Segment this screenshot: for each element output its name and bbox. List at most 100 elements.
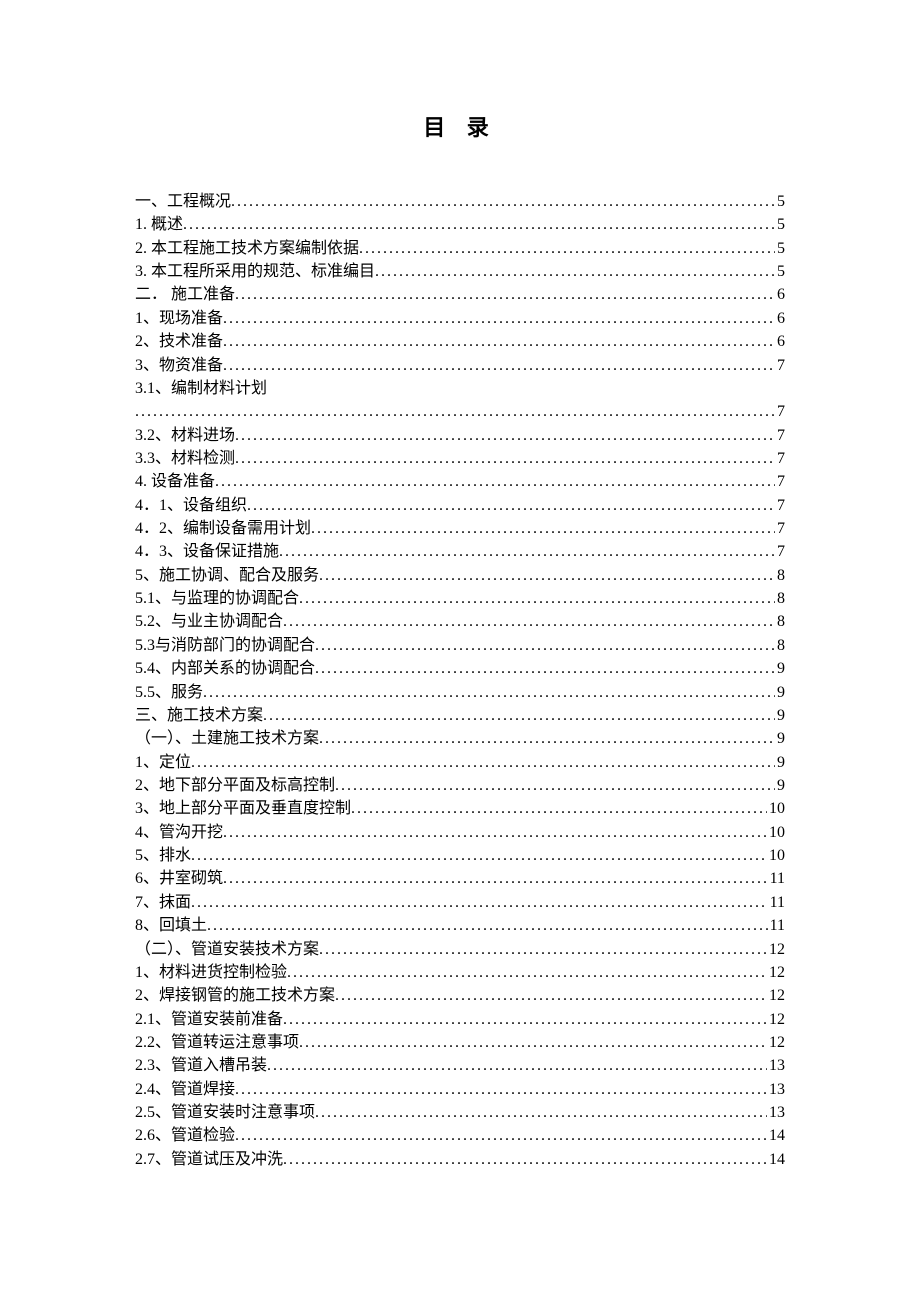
toc-page-number: 7: [775, 517, 785, 540]
toc-entry: 4．3、设备保证措施7: [135, 540, 785, 563]
toc-entry: 3.1、编制材料计划: [135, 377, 785, 400]
toc-entry: 5.2、与业主协调配合 8: [135, 610, 785, 633]
toc-page-number: 12: [767, 984, 785, 1007]
toc-page-number: 11: [768, 914, 785, 937]
toc-page-number: 10: [767, 844, 785, 867]
toc-page-number: 7: [775, 424, 785, 447]
toc-leader-dots: [263, 704, 775, 727]
toc-leader-dots: [319, 564, 775, 587]
toc-entry: 3.2、材料进场 7: [135, 424, 785, 447]
toc-leader-dots: [235, 424, 775, 447]
toc-leader-dots: [135, 400, 775, 423]
table-of-contents: 一、工程概况 51. 概述52. 本工程施工技术方案编制依据53. 本工程所采用的…: [135, 190, 785, 1171]
toc-entry: 6、井室砌筑11: [135, 867, 785, 890]
toc-page-number: 13: [767, 1078, 785, 1101]
toc-label: 5、排水: [135, 844, 191, 867]
toc-label: 4. 设备准备: [135, 470, 215, 493]
toc-label: 3.2、材料进场: [135, 424, 235, 447]
toc-entry: 2.2、管道转运注意事项 12: [135, 1031, 785, 1054]
toc-entry: 1、材料进货控制检验12: [135, 961, 785, 984]
toc-entry: 2.5、管道安装时注意事项13: [135, 1101, 785, 1124]
toc-entry: 5.4、内部关系的协调配合9: [135, 657, 785, 680]
toc-label: 2.1、管道安装前准备: [135, 1008, 283, 1031]
toc-entry: 7: [135, 400, 785, 423]
toc-page-number: 6: [775, 330, 785, 353]
toc-page-number: 12: [767, 1031, 785, 1054]
toc-label: 3. 本工程所采用的规范、标准编目: [135, 260, 375, 283]
toc-leader-dots: [191, 844, 767, 867]
toc-label: 8、回填土: [135, 914, 207, 937]
toc-label: 4．3、设备保证措施: [135, 540, 279, 563]
toc-label: 2、焊接钢管的施工技术方案: [135, 984, 335, 1007]
toc-leader-dots: [335, 774, 775, 797]
toc-entry: 2. 本工程施工技术方案编制依据5: [135, 237, 785, 260]
toc-leader-dots: [335, 984, 767, 1007]
toc-page-number: 9: [775, 681, 785, 704]
toc-label: 二． 施工准备: [135, 283, 235, 306]
toc-leader-dots: [311, 517, 775, 540]
toc-label: 2.2、管道转运注意事项: [135, 1031, 299, 1054]
toc-leader-dots: [319, 938, 767, 961]
toc-page-number: 8: [775, 610, 785, 633]
toc-leader-dots: [183, 213, 775, 236]
toc-label: 5.5、服务: [135, 681, 203, 704]
toc-entry: 2、焊接钢管的施工技术方案 12: [135, 984, 785, 1007]
toc-label: 4．1、设备组织: [135, 494, 247, 517]
toc-page-number: 5: [775, 190, 785, 213]
toc-entry: 3、地上部分平面及垂直度控制10: [135, 797, 785, 820]
toc-leader-dots: [283, 1008, 767, 1031]
toc-label: 3、地上部分平面及垂直度控制: [135, 797, 351, 820]
toc-label: 2.3、管道入槽吊装: [135, 1054, 267, 1077]
toc-leader-dots: [215, 470, 775, 493]
toc-leader-dots: [223, 354, 775, 377]
toc-page-number: 11: [768, 891, 785, 914]
toc-label: 2.6、管道检验: [135, 1124, 235, 1147]
toc-entry: 4．1、设备组织 7: [135, 494, 785, 517]
toc-entry: 8、回填土 11: [135, 914, 785, 937]
toc-entry: 3.3、材料检测7: [135, 447, 785, 470]
toc-leader-dots: [203, 681, 775, 704]
toc-page-number: 12: [767, 938, 785, 961]
toc-leader-dots: [207, 914, 768, 937]
toc-entry: 4．2、编制设备需用计划 7: [135, 517, 785, 540]
toc-page-number: 5: [775, 213, 785, 236]
toc-label: （二）、管道安装技术方案: [135, 938, 319, 961]
toc-leader-dots: [235, 1078, 767, 1101]
toc-page-number: 10: [767, 821, 785, 844]
toc-leader-dots: [299, 1031, 767, 1054]
toc-entry: （一）、土建施工技术方案9: [135, 727, 785, 750]
toc-leader-dots: [235, 1124, 767, 1147]
toc-leader-dots: [351, 797, 767, 820]
toc-entry: 5、施工协调、配合及服务8: [135, 564, 785, 587]
toc-entry: 3. 本工程所采用的规范、标准编目5: [135, 260, 785, 283]
toc-entry: 1. 概述5: [135, 213, 785, 236]
toc-leader-dots: [235, 447, 775, 470]
toc-leader-dots: [267, 1054, 767, 1077]
toc-entry: 4. 设备准备7: [135, 470, 785, 493]
toc-page-number: 6: [775, 307, 785, 330]
toc-leader-dots: [191, 751, 775, 774]
toc-label: 4、管沟开挖: [135, 821, 223, 844]
toc-page-number: 7: [775, 494, 785, 517]
toc-leader-dots: [315, 634, 775, 657]
toc-label: 4．2、编制设备需用计划: [135, 517, 311, 540]
toc-page-number: 12: [767, 961, 785, 984]
toc-entry: 3、物资准备7: [135, 354, 785, 377]
toc-label: 3.1、编制材料计划: [135, 377, 267, 400]
toc-page-number: 5: [775, 237, 785, 260]
toc-page-number: 9: [775, 774, 785, 797]
toc-page-number: 7: [775, 354, 785, 377]
toc-leader-dots: [319, 727, 775, 750]
toc-leader-dots: [375, 260, 775, 283]
toc-leader-dots: [315, 657, 775, 680]
toc-page-number: 6: [775, 283, 785, 306]
toc-label: 5.2、与业主协调配合: [135, 610, 283, 633]
toc-page-number: 9: [775, 657, 785, 680]
toc-label: 一、工程概况: [135, 190, 231, 213]
toc-entry: 5.5、服务 9: [135, 681, 785, 704]
toc-page-number: 11: [768, 867, 785, 890]
toc-entry: 1、定位9: [135, 751, 785, 774]
toc-label: 5、施工协调、配合及服务: [135, 564, 319, 587]
toc-leader-dots: [231, 190, 775, 213]
toc-page-number: 14: [767, 1148, 785, 1171]
